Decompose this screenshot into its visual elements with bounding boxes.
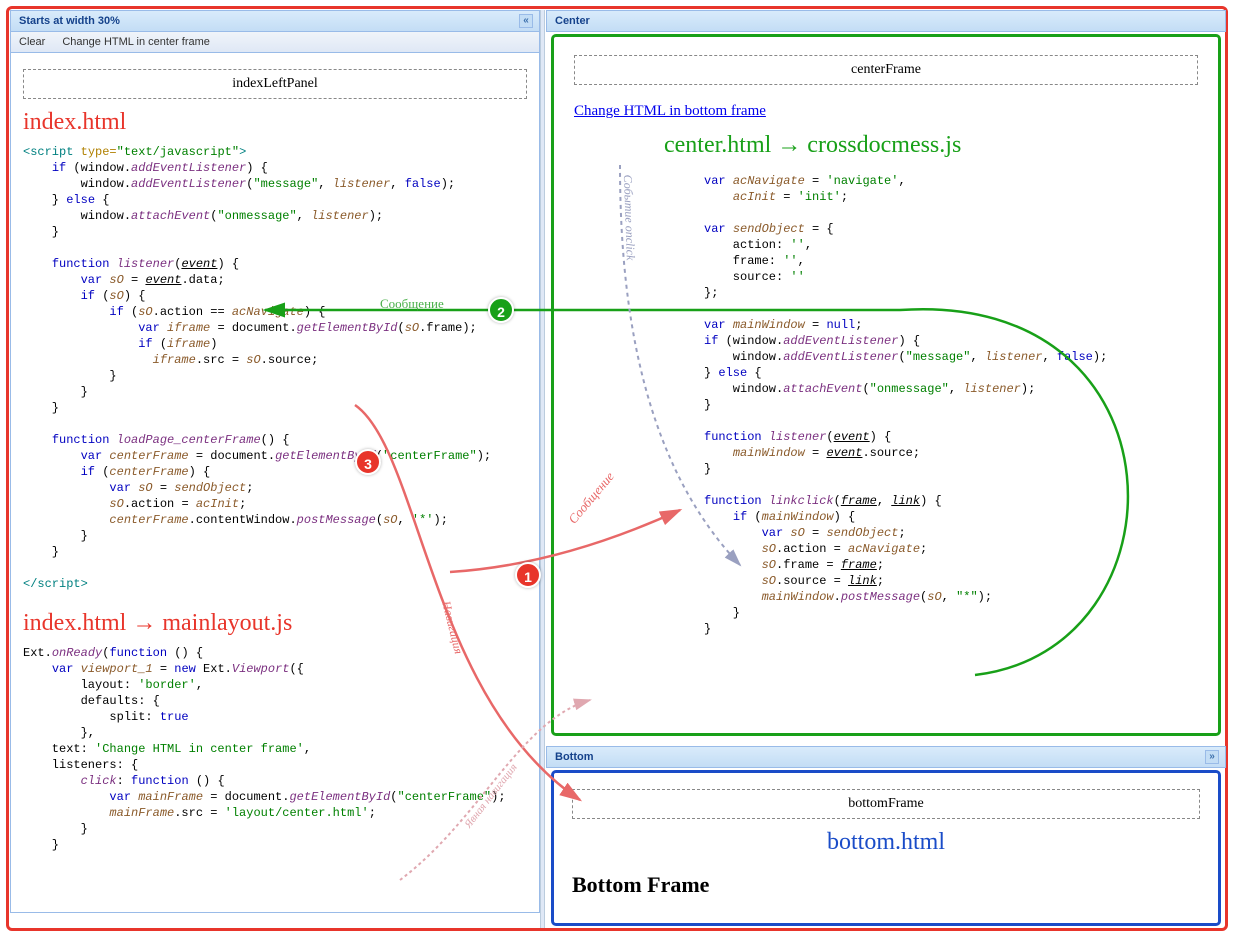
- bottom-panel-title: Bottom: [555, 751, 594, 763]
- bottom-frame-heading: Bottom Frame: [572, 872, 1200, 898]
- center-panel-header: Center: [546, 10, 1226, 32]
- annotation-index-html: index.html: [23, 109, 527, 136]
- annotation-bottom-html: bottom.html: [572, 829, 1200, 856]
- left-panel-title: Starts at width 30%: [19, 15, 120, 27]
- label-message-2: Сообщение: [380, 296, 444, 312]
- clear-button[interactable]: Clear: [19, 36, 45, 48]
- left-panel: Starts at width 30% « Clear Change HTML …: [10, 10, 540, 928]
- bottom-frame-box: bottomFrame: [572, 789, 1200, 819]
- code-index-html: <script type="text/javascript"> if (wind…: [23, 144, 527, 592]
- collapse-bottom-icon[interactable]: »: [1205, 750, 1219, 764]
- center-panel-title: Center: [555, 15, 590, 27]
- splitter[interactable]: [540, 10, 545, 928]
- change-center-button[interactable]: Change HTML in center frame: [62, 36, 210, 48]
- badge-1: 1: [515, 562, 541, 588]
- bottom-panel: Bottom »: [546, 746, 1226, 768]
- badge-2: 2: [488, 297, 514, 323]
- label-onclick-event: Событие onclick: [620, 174, 638, 260]
- bottom-frame-annotation: bottomFrame bottom.html Bottom Frame: [551, 770, 1221, 926]
- left-body: indexLeftPanel index.html <script type="…: [10, 53, 540, 913]
- left-panel-header: Starts at width 30% «: [10, 10, 540, 32]
- bottom-panel-header: Bottom »: [546, 746, 1226, 768]
- code-center: var acNavigate = 'navigate', acInit = 'i…: [704, 173, 1198, 637]
- center-frame-annotation: centerFrame Change HTML in bottom frame …: [551, 34, 1221, 736]
- center-frame-box: centerFrame: [574, 55, 1198, 85]
- badge-3: 3: [355, 449, 381, 475]
- left-toolbar: Clear Change HTML in center frame: [10, 32, 540, 53]
- collapse-left-icon[interactable]: «: [519, 14, 533, 28]
- annotation-center-html: center.html → crossdocmess.js: [664, 132, 1198, 159]
- index-left-panel-box: indexLeftPanel: [23, 69, 527, 99]
- code-mainlayout: Ext.onReady(function () { var viewport_1…: [23, 645, 527, 853]
- change-bottom-link[interactable]: Change HTML in bottom frame: [574, 103, 766, 119]
- center-body: centerFrame Change HTML in bottom frame …: [554, 37, 1218, 649]
